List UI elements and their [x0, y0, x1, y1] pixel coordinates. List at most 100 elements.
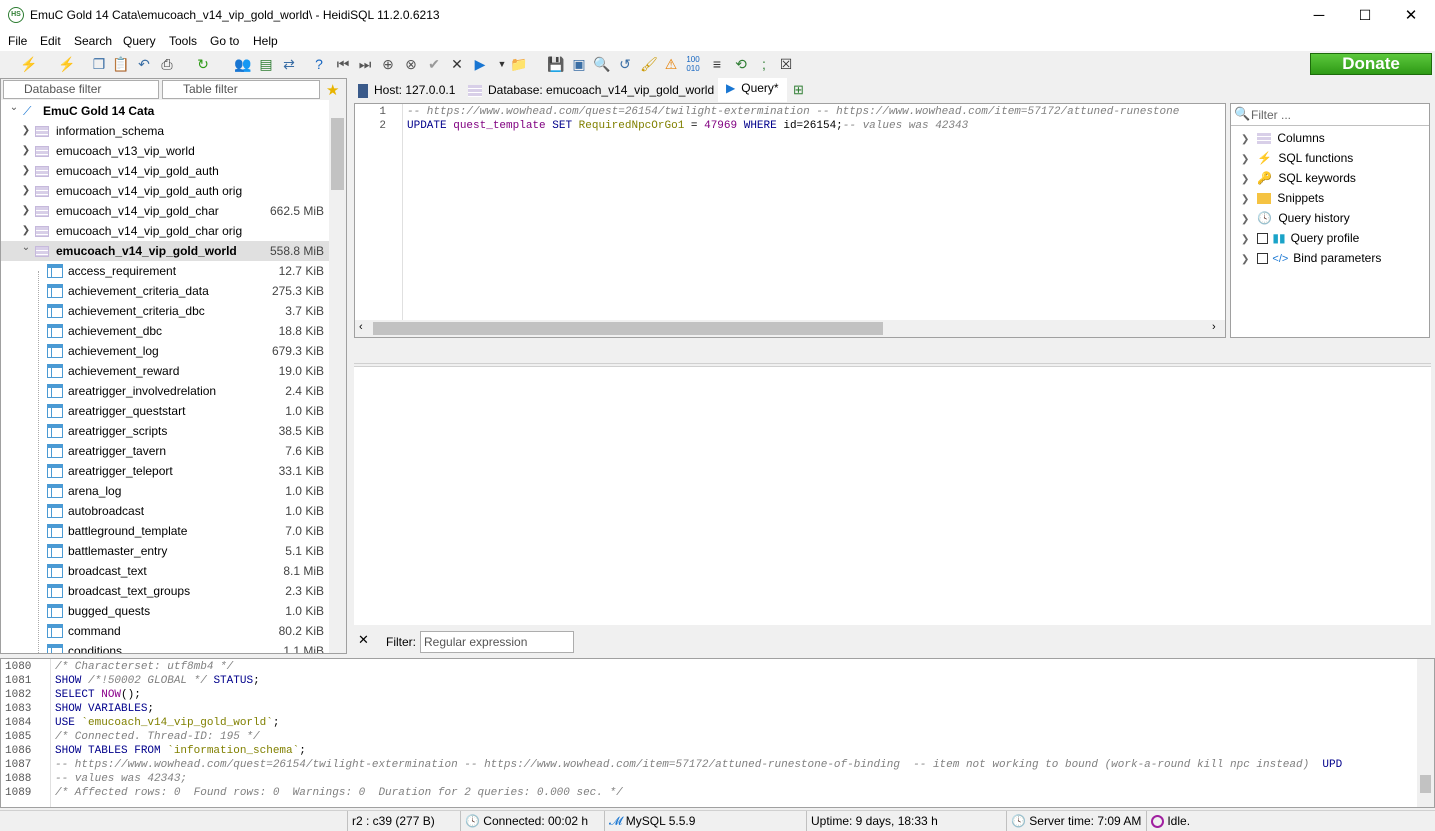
open-folder-icon[interactable]: 📁: [510, 55, 528, 73]
tree-table[interactable]: areatrigger_involvedrelation 2.4 KiB: [1, 381, 329, 401]
last-icon[interactable]: ⏭: [356, 55, 374, 73]
editor-hscrollbar-thumb[interactable]: [373, 322, 883, 335]
new-query-tab-icon[interactable]: ⊞: [793, 82, 804, 98]
tree-table[interactable]: autobroadcast 1.0 KiB: [1, 501, 329, 521]
undo-icon[interactable]: ↶: [135, 55, 153, 73]
tree-table[interactable]: arena_log 1.0 KiB: [1, 481, 329, 501]
bind-parameters-checkbox[interactable]: [1257, 253, 1269, 265]
run-query-icon[interactable]: ▶: [471, 55, 489, 73]
chevron-down-icon[interactable]: ⌄: [21, 238, 31, 258]
result-grid[interactable]: [354, 366, 1431, 625]
tree-table[interactable]: conditions 1.1 MiB: [1, 641, 329, 653]
tree-root-connection[interactable]: ⌄ ⟋ EmuC Gold 14 Cata: [1, 101, 329, 121]
helper-columns[interactable]: ❯ Columns: [1241, 128, 1325, 148]
table-filter-input[interactable]: Table filter: [162, 80, 320, 99]
database-filter-input[interactable]: Database filter: [3, 80, 159, 99]
tree-table[interactable]: bugged_quests 1.0 KiB: [1, 601, 329, 621]
connect-icon[interactable]: ⚡: [20, 55, 38, 73]
tree-scrollbar-thumb[interactable]: [331, 118, 344, 190]
tree-table[interactable]: areatrigger_queststart 1.0 KiB: [1, 401, 329, 421]
tree-table[interactable]: achievement_criteria_data 275.3 KiB: [1, 281, 329, 301]
tree-database[interactable]: ❯ emucoach_v13_vip_world: [1, 141, 329, 161]
tree-table[interactable]: areatrigger_teleport 33.1 KiB: [1, 461, 329, 481]
helper-bind-parameters[interactable]: ❯ </> Bind parameters: [1241, 248, 1381, 268]
favorite-star-icon[interactable]: ★: [326, 81, 339, 99]
tree-database[interactable]: ❯ emucoach_v14_vip_gold_auth: [1, 161, 329, 181]
chevron-right-icon[interactable]: ❯: [21, 161, 31, 181]
format-sql-icon[interactable]: 🖌: [640, 55, 658, 73]
tree-database[interactable]: ❯ information_schema: [1, 121, 329, 141]
query-profile-checkbox[interactable]: [1257, 233, 1269, 245]
menu-file[interactable]: File: [8, 34, 27, 48]
close-tab-icon[interactable]: ☒: [777, 55, 795, 73]
tree-scrollbar[interactable]: [329, 100, 346, 653]
minimize-button[interactable]: ─: [1296, 0, 1342, 31]
tree-table[interactable]: achievement_criteria_dbc 3.7 KiB: [1, 301, 329, 321]
helper-sql-keywords[interactable]: ❯ 🔑 SQL keywords: [1241, 168, 1356, 188]
paste-icon[interactable]: 📋: [112, 55, 130, 73]
tree-database[interactable]: ❯ emucoach_v14_vip_gold_char 662.5 MiB: [1, 201, 329, 221]
helpers-filter-input[interactable]: 🔍 Filter ...: [1231, 104, 1429, 126]
sync-icon[interactable]: ⇄: [280, 55, 298, 73]
tree-database[interactable]: ❯ emucoach_v14_vip_gold_char orig: [1, 221, 329, 241]
first-icon[interactable]: ⏮: [334, 55, 352, 73]
warnings-icon[interactable]: ⚠: [662, 55, 680, 73]
print-icon[interactable]: ⎙: [158, 55, 176, 73]
helper-snippets[interactable]: ❯ Snippets: [1241, 188, 1324, 208]
export-icon[interactable]: ▤: [257, 55, 275, 73]
close-filter-icon[interactable]: ✕: [358, 632, 369, 648]
help-icon[interactable]: ?: [310, 55, 328, 73]
tab-host[interactable]: Host: 127.0.0.1: [358, 80, 455, 100]
tree-table[interactable]: achievement_dbc 18.8 KiB: [1, 321, 329, 341]
run-dropdown-icon[interactable]: ▼: [493, 55, 511, 73]
auto-refresh-icon[interactable]: ⟲: [732, 55, 750, 73]
menu-search[interactable]: Search: [74, 34, 112, 48]
cancel-icon[interactable]: ✕: [448, 55, 466, 73]
chevron-right-icon[interactable]: ❯: [21, 201, 31, 221]
menu-query[interactable]: Query: [123, 34, 156, 48]
chevron-right-icon[interactable]: ❯: [21, 141, 31, 161]
tree-table[interactable]: command 80.2 KiB: [1, 621, 329, 641]
insert-row-icon[interactable]: ⊕: [379, 55, 397, 73]
disconnect-icon[interactable]: ⚡: [58, 55, 76, 73]
tree-table[interactable]: achievement_reward 19.0 KiB: [1, 361, 329, 381]
binary-icon[interactable]: 100 010: [684, 55, 702, 73]
tree-table[interactable]: areatrigger_scripts 38.5 KiB: [1, 421, 329, 441]
helper-query-profile[interactable]: ❯ ▮▮ Query profile: [1241, 228, 1359, 248]
tree-table[interactable]: achievement_log 679.3 KiB: [1, 341, 329, 361]
save-snippet-icon[interactable]: ▣: [570, 55, 588, 73]
post-icon[interactable]: ✔: [425, 55, 443, 73]
tree-table[interactable]: broadcast_text_groups 2.3 KiB: [1, 581, 329, 601]
menu-help[interactable]: Help: [253, 34, 278, 48]
tab-database[interactable]: Database: emucoach_v14_vip_gold_world: [468, 80, 714, 100]
close-button[interactable]: ✕: [1388, 0, 1434, 31]
semicolon-icon[interactable]: ;: [755, 55, 773, 73]
delete-row-icon[interactable]: ⊗: [402, 55, 420, 73]
tree-table[interactable]: broadcast_text 8.1 MiB: [1, 561, 329, 581]
menu-edit[interactable]: Edit: [40, 34, 61, 48]
chevron-right-icon[interactable]: ❯: [21, 181, 31, 201]
chevron-right-icon[interactable]: ❯: [21, 121, 31, 141]
tab-query[interactable]: ▶ Query*: [718, 78, 787, 102]
tree-table[interactable]: battlemaster_entry 5.1 KiB: [1, 541, 329, 561]
sql-editor[interactable]: 1 2 -- https://www.wowhead.com/quest=261…: [354, 103, 1226, 338]
tree-database[interactable]: ❯ emucoach_v14_vip_gold_auth orig: [1, 181, 329, 201]
refresh-icon[interactable]: ↻: [194, 55, 212, 73]
save-icon[interactable]: 💾: [547, 55, 565, 73]
tree-table[interactable]: access_requirement 12.7 KiB: [1, 261, 329, 281]
editor-hscrollbar[interactable]: ‹ ›: [355, 320, 1225, 337]
regex-filter-input[interactable]: Regular expression: [420, 631, 574, 653]
user-manager-icon[interactable]: 👥: [234, 55, 252, 73]
menu-goto[interactable]: Go to: [210, 34, 239, 48]
helper-sql-functions[interactable]: ❯ ⚡ SQL functions: [1241, 148, 1353, 168]
copy-icon[interactable]: ❐: [90, 55, 108, 73]
chevron-down-icon[interactable]: ⌄: [9, 100, 19, 118]
log-scrollbar-thumb[interactable]: [1420, 775, 1431, 793]
replace-icon[interactable]: ↺: [616, 55, 634, 73]
scroll-right-icon[interactable]: ›: [1212, 321, 1216, 333]
wrap-icon[interactable]: ≡: [708, 55, 726, 73]
tree-table[interactable]: battleground_template 7.0 KiB: [1, 521, 329, 541]
menu-tools[interactable]: Tools: [169, 34, 197, 48]
log-scrollbar[interactable]: [1417, 659, 1434, 807]
maximize-button[interactable]: ☐: [1342, 0, 1388, 31]
